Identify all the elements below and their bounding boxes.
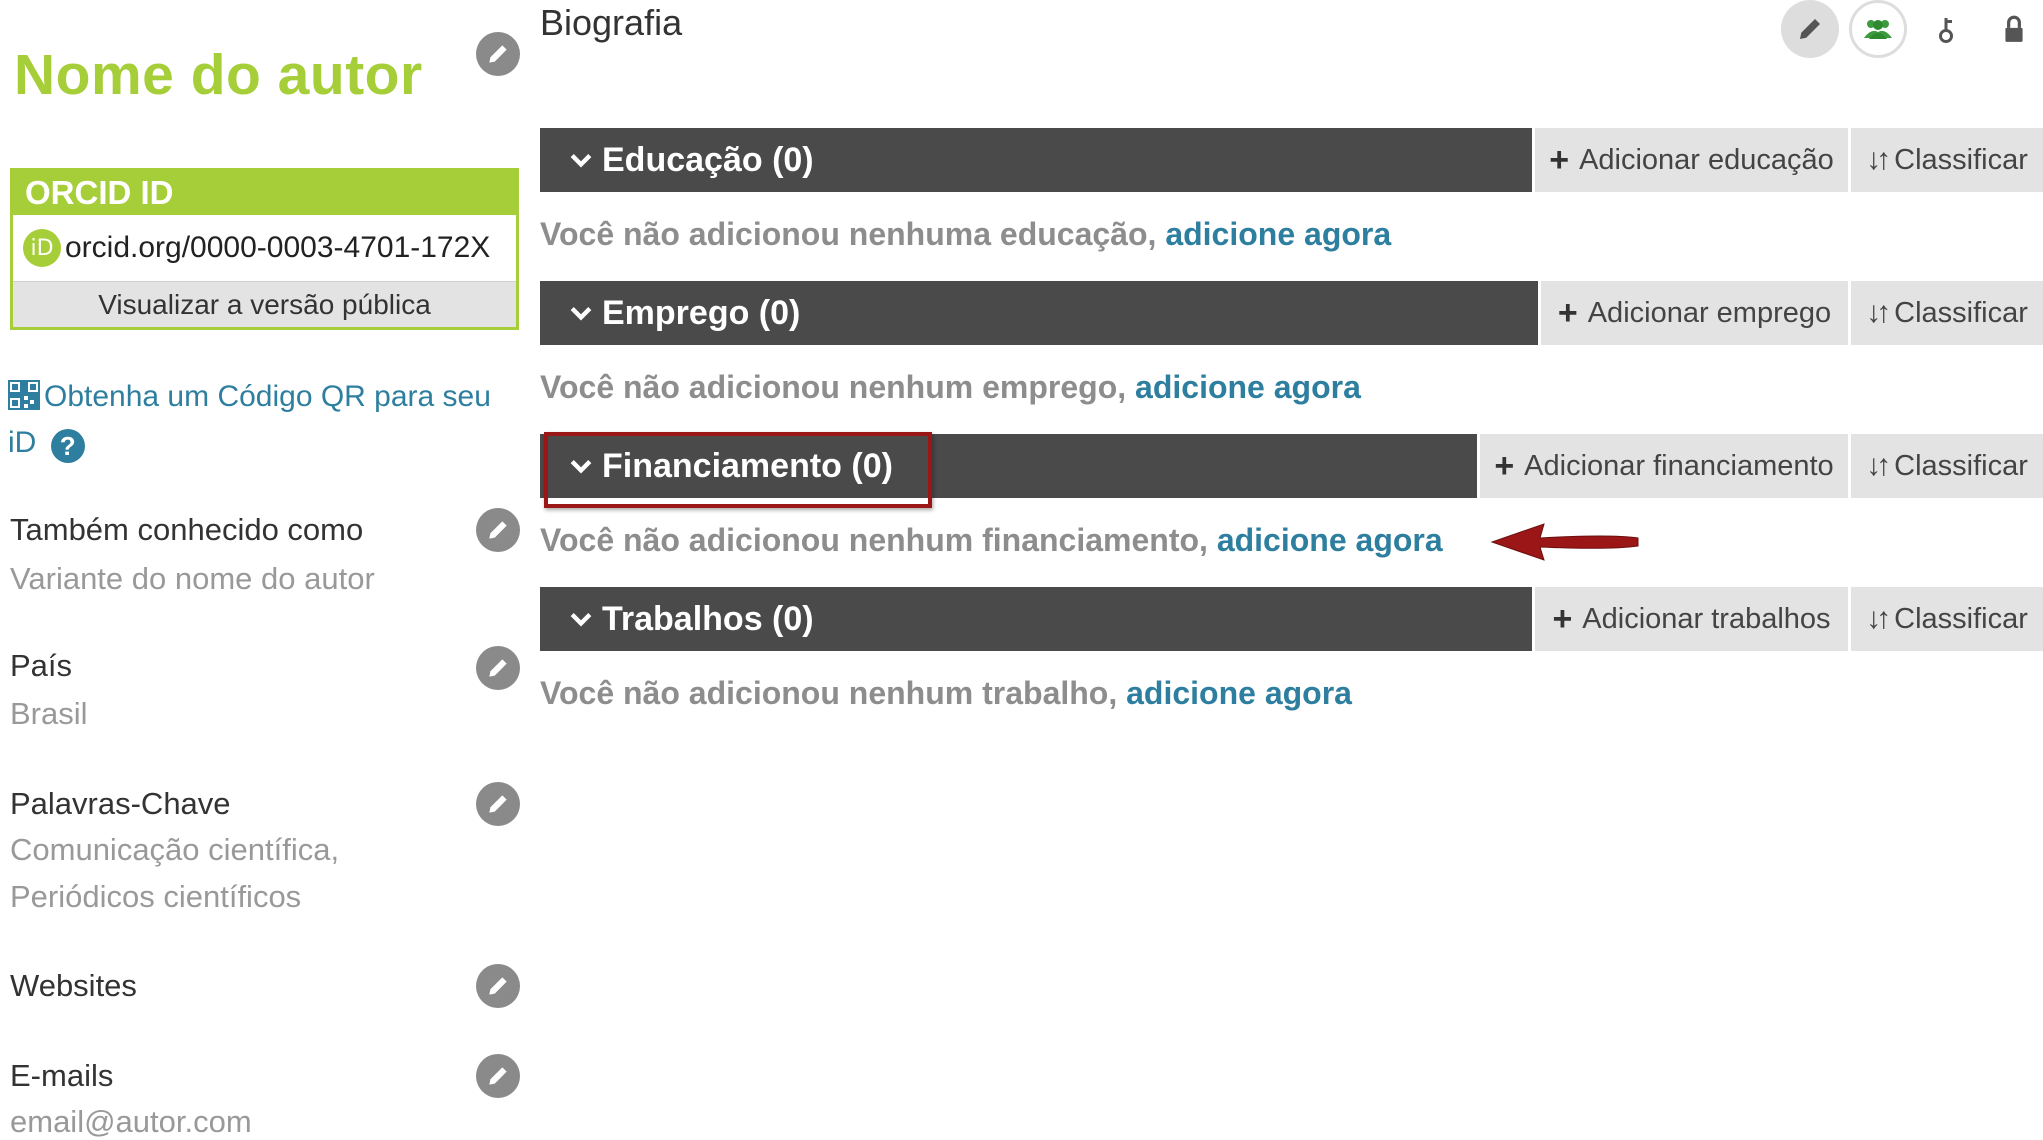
plus-icon: +	[1552, 599, 1573, 638]
orcid-id-row: iD orcid.org/0000-0003-4701-172X	[13, 215, 516, 281]
edit-websites-pencil-icon[interactable]	[476, 964, 520, 1008]
websites-label: Websites	[10, 968, 137, 1003]
biography-title: Biografia	[540, 2, 683, 43]
chevron-down-icon	[570, 613, 592, 627]
sort-icon: ↓↑	[1866, 602, 1891, 635]
qr-code-link[interactable]: Obtenha um Código QR para seu iD ?	[8, 374, 523, 466]
works-empty-text: Você não adicionou nenhum trabalho,	[540, 675, 1118, 711]
sort-label: Classificar	[1894, 449, 2028, 482]
left-sidebar: Nome do autor ORCID ID iD orcid.org/0000…	[0, 0, 530, 1140]
orcid-id-icon: iD	[23, 229, 61, 267]
pencil-icon[interactable]	[1781, 0, 1839, 58]
sort-education-button[interactable]: ↓↑ Classificar	[1848, 128, 2043, 192]
qr-code-link-id[interactable]: iD	[8, 426, 36, 459]
employment-section-toggle[interactable]: Emprego (0)	[540, 281, 1538, 345]
author-name: Nome do autor	[14, 43, 423, 107]
add-education-link[interactable]: adicione agora	[1165, 216, 1391, 252]
add-employment-label: Adicionar emprego	[1587, 296, 1832, 329]
plus-icon: +	[1549, 140, 1570, 179]
edit-country-pencil-icon[interactable]	[476, 646, 520, 690]
employment-section-title: Emprego (0)	[602, 293, 801, 332]
add-employment-button[interactable]: + Adicionar emprego	[1538, 281, 1848, 345]
sort-label: Classificar	[1894, 296, 2028, 329]
sort-employment-button[interactable]: ↓↑ Classificar	[1848, 281, 2043, 345]
help-icon[interactable]: ?	[50, 429, 85, 463]
annotation-arrow-icon	[1490, 523, 1639, 561]
edit-keywords-pencil-icon[interactable]	[476, 782, 520, 826]
works-section-toggle[interactable]: Trabalhos (0)	[540, 587, 1532, 651]
works-empty-message: Você não adicionou nenhum trabalho, adic…	[540, 675, 1352, 712]
employment-empty-message: Você não adicionou nenhum emprego, adici…	[540, 369, 1361, 406]
add-education-label: Adicionar educação	[1579, 143, 1834, 176]
add-education-button[interactable]: + Adicionar educação	[1532, 128, 1848, 192]
country-value: Brasil	[10, 696, 88, 731]
add-funding-label: Adicionar financiamento	[1524, 449, 1834, 482]
qr-code-link-text[interactable]: Obtenha um Código QR para seu	[44, 380, 491, 413]
funding-highlight-annotation	[544, 432, 932, 508]
orcid-id-header: ORCID ID	[13, 171, 516, 215]
keywords-value-2: Periódicos científicos	[10, 879, 302, 914]
sort-works-button[interactable]: ↓↑ Classificar	[1848, 587, 2043, 651]
keywords-value-1: Comunicação científica,	[10, 832, 340, 867]
plus-icon: +	[1494, 446, 1515, 485]
orcid-id-value: orcid.org/0000-0003-4701-172X	[65, 231, 491, 264]
sort-label: Classificar	[1894, 143, 2028, 176]
orcid-id-box: ORCID ID iD orcid.org/0000-0003-4701-172…	[10, 168, 519, 330]
sort-icon: ↓↑	[1866, 143, 1891, 176]
add-funding-button[interactable]: + Adicionar financiamento	[1477, 434, 1848, 498]
chevron-down-icon	[570, 154, 592, 168]
lock-icon[interactable]	[1985, 0, 2043, 58]
add-works-link[interactable]: adicione agora	[1126, 675, 1352, 711]
keywords-label: Palavras-Chave	[10, 786, 231, 821]
edit-name-pencil-icon[interactable]	[476, 32, 520, 76]
visibility-toolbar	[1781, 0, 2043, 58]
add-employment-link[interactable]: adicione agora	[1135, 369, 1361, 405]
employment-empty-text: Você não adicionou nenhum emprego,	[540, 369, 1127, 405]
sort-icon: ↓↑	[1866, 296, 1891, 329]
person-icon[interactable]	[1917, 0, 1975, 58]
add-works-label: Adicionar trabalhos	[1582, 602, 1831, 635]
education-empty-text: Você não adicionou nenhuma educação,	[540, 216, 1157, 252]
also-known-as-value: Variante do nome do autor	[10, 561, 375, 596]
add-works-button[interactable]: + Adicionar trabalhos	[1532, 587, 1848, 651]
email-value: email@autor.com	[10, 1104, 252, 1139]
sort-label: Classificar	[1894, 602, 2028, 635]
funding-empty-message: Você não adicionou nenhum financiamento,…	[540, 522, 1443, 559]
qr-code-icon	[8, 380, 40, 410]
education-empty-message: Você não adicionou nenhuma educação, adi…	[540, 216, 1391, 253]
sort-icon: ↓↑	[1866, 449, 1891, 482]
funding-empty-text: Você não adicionou nenhum financiamento,	[540, 522, 1208, 558]
plus-icon: +	[1557, 293, 1578, 332]
sort-funding-button[interactable]: ↓↑ Classificar	[1848, 434, 2043, 498]
edit-emails-pencil-icon[interactable]	[476, 1054, 520, 1098]
also-known-as-label: Também conhecido como	[10, 512, 364, 547]
country-label: País	[10, 648, 73, 683]
education-section-bar: Educação (0) + Adicionar educação ↓↑ Class…	[540, 128, 2043, 192]
education-section-toggle[interactable]: Educação (0)	[540, 128, 1532, 192]
employment-section-bar: Emprego (0) + Adicionar emprego ↓↑ Classif…	[540, 281, 2043, 345]
view-public-version-link[interactable]: Visualizar a versão pública	[13, 281, 516, 327]
add-funding-link[interactable]: adicione agora	[1217, 522, 1443, 558]
works-section-bar: Trabalhos (0) + Adicionar trabalhos ↓↑ Cla…	[540, 587, 2043, 651]
works-section-title: Trabalhos (0)	[602, 599, 814, 638]
education-section-title: Educação (0)	[602, 140, 814, 179]
chevron-down-icon	[570, 307, 592, 321]
edit-also-known-as-pencil-icon[interactable]	[476, 508, 520, 552]
emails-label: E-mails	[10, 1058, 114, 1093]
people-icon[interactable]	[1849, 0, 1907, 58]
